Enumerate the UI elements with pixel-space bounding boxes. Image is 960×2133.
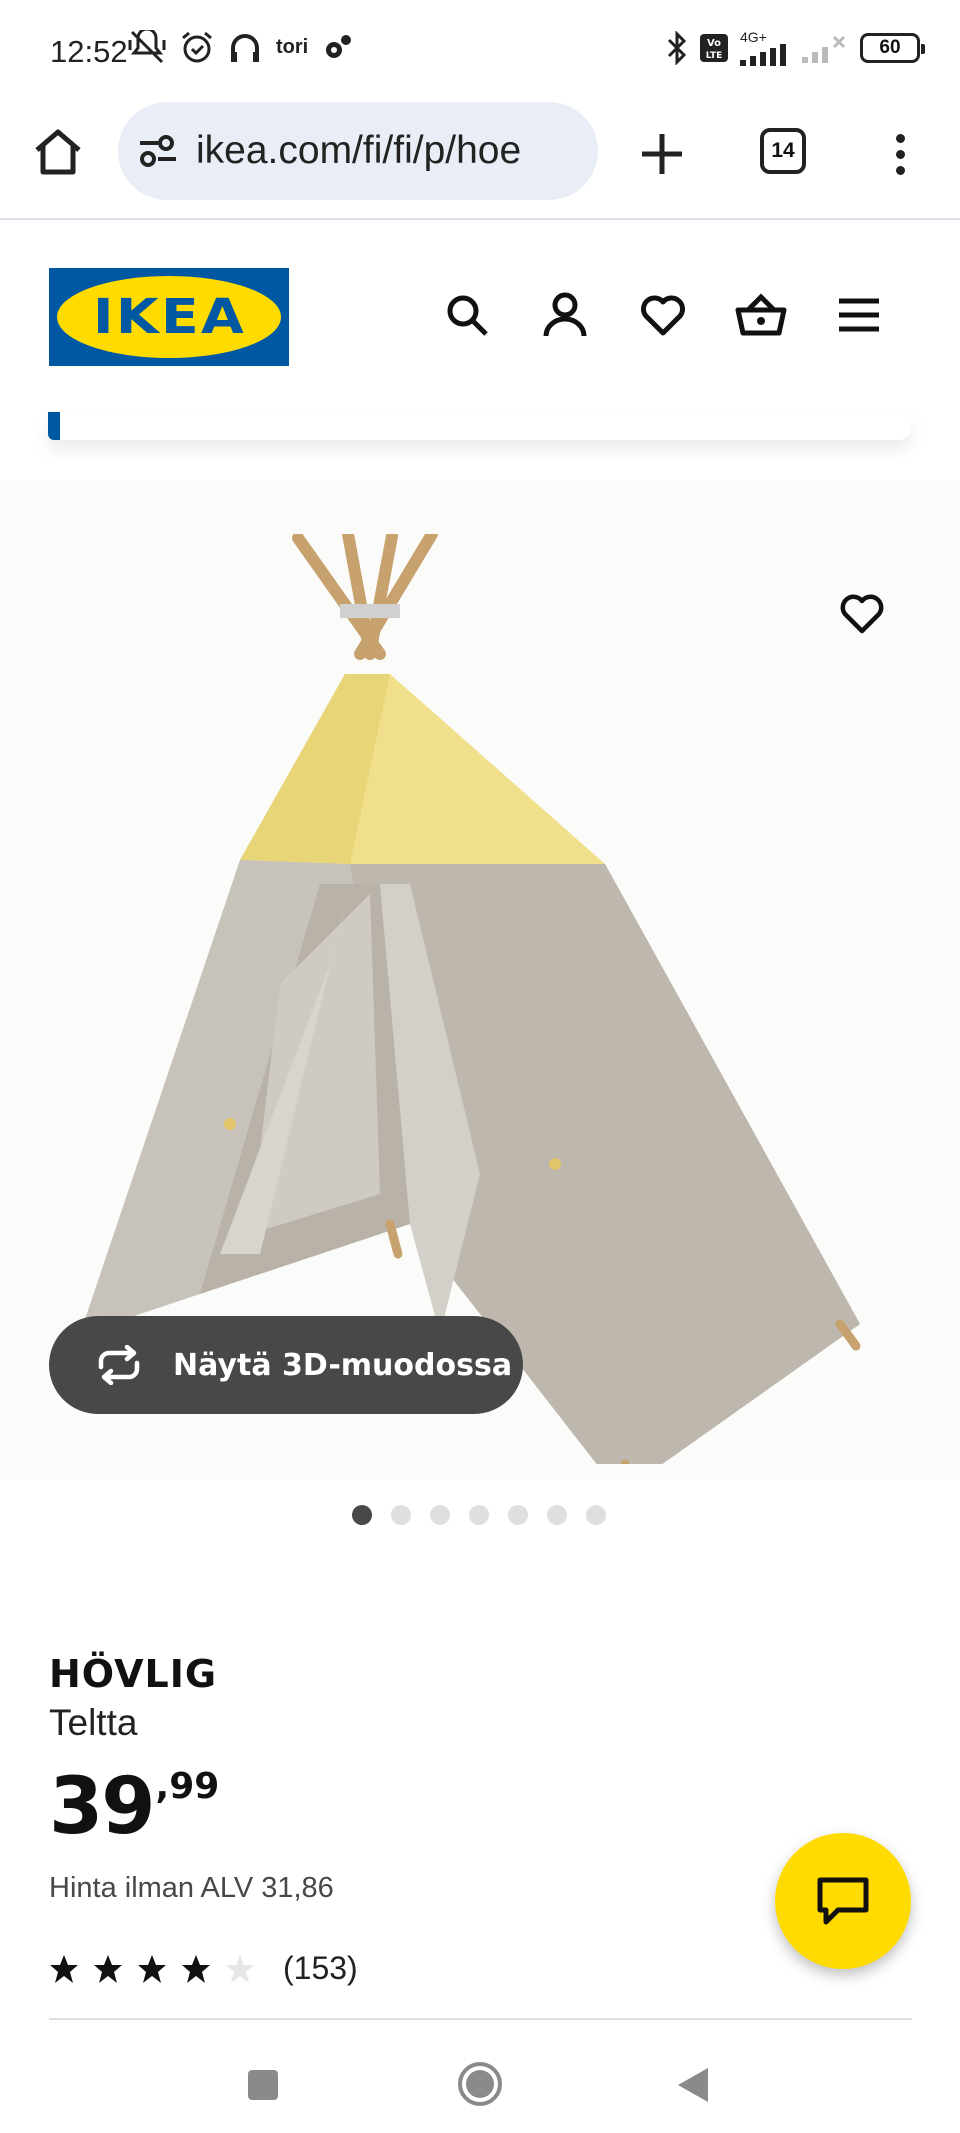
- status-bar: 12:52 tori Vo LTE 4G+ 60: [0, 0, 960, 100]
- review-count[interactable]: (153): [283, 1950, 358, 1987]
- carousel-dot[interactable]: [547, 1505, 567, 1525]
- site-settings-icon[interactable]: [138, 134, 178, 168]
- volte-icon: Vo LTE: [700, 34, 728, 62]
- bluetooth-icon: [667, 31, 687, 65]
- hamburger-menu-icon: [839, 298, 879, 332]
- menu-dot: [895, 149, 905, 159]
- recent-apps-button[interactable]: [248, 2070, 278, 2100]
- ikea-logo-oval: IKEA: [57, 276, 281, 358]
- view-in-3d-label: Näytä 3D-muodossa: [173, 1347, 513, 1383]
- add-to-favourites-button[interactable]: [832, 584, 892, 644]
- signal-2-no-service-icon: [802, 35, 846, 63]
- url-text[interactable]: ikea.com/fi/fi/p/hoe: [196, 129, 596, 173]
- headphones-icon: [231, 34, 259, 62]
- basket-icon: [735, 293, 787, 336]
- signal-strength-icon: [740, 44, 786, 66]
- status-right-icons: Vo LTE 4G+ 60: [666, 30, 925, 66]
- product-gallery[interactable]: Näytä 3D-muodossa: [0, 480, 960, 1480]
- ikea-logo[interactable]: IKEA: [49, 268, 289, 366]
- site-header: IKEA: [0, 222, 960, 412]
- star-filled-icon: [94, 1954, 122, 1983]
- home-icon: [35, 129, 81, 175]
- view-in-3d-button[interactable]: Näytä 3D-muodossa: [49, 1316, 523, 1414]
- price-decimal: ,99: [155, 1766, 220, 1807]
- home-nav-button[interactable]: [458, 2062, 502, 2106]
- svg-text:Vo: Vo: [707, 38, 721, 49]
- menu-dot: [895, 165, 905, 175]
- product-rating[interactable]: (153): [49, 1950, 358, 1987]
- signal-1: 4G+: [740, 30, 790, 66]
- carousel-dot[interactable]: [430, 1505, 450, 1525]
- price-without-vat: Hinta ilman ALV 31,86: [49, 1872, 334, 1904]
- account-button[interactable]: [538, 288, 592, 342]
- ikea-logo-text: IKEA: [92, 289, 246, 345]
- menu-dot: [895, 133, 905, 143]
- star-empty-icon: [226, 1954, 254, 1983]
- alarm-icon: [182, 31, 212, 63]
- search-button[interactable]: [440, 288, 494, 342]
- basket-button[interactable]: [734, 288, 788, 342]
- status-left-icons: tori: [128, 30, 354, 64]
- carousel-dot[interactable]: [391, 1505, 411, 1525]
- product-price: 39 ,99: [49, 1762, 219, 1852]
- star-filled-icon: [50, 1954, 78, 1983]
- star-filled-icon: [138, 1954, 166, 1983]
- tori-app-icon: tori: [276, 35, 309, 58]
- home-nav-inner: [466, 2070, 494, 2098]
- chat-button[interactable]: [775, 1833, 911, 1969]
- settings-cog-icon: [326, 35, 352, 58]
- product-type: Teltta: [49, 1702, 138, 1743]
- heart-icon: [641, 295, 685, 336]
- browser-menu-button[interactable]: [880, 122, 920, 186]
- svg-text:LTE: LTE: [706, 51, 723, 61]
- favourites-button[interactable]: [636, 288, 690, 342]
- heart-outline-icon: [840, 594, 884, 634]
- star-filled-icon: [182, 1954, 210, 1983]
- carousel-dot[interactable]: [352, 1505, 372, 1525]
- chat-bubble-icon: [817, 1877, 869, 1925]
- browser-home-button[interactable]: [28, 122, 88, 182]
- status-time: 12:52: [50, 34, 128, 69]
- rotate-3d-icon: [98, 1345, 140, 1385]
- rating-stars: [49, 1954, 255, 1984]
- network-type-label: 4G+: [740, 29, 767, 45]
- mute-vibrate-icon: [128, 30, 166, 64]
- image-carousel-dots: [352, 1505, 606, 1525]
- android-nav-bar: [0, 2020, 960, 2133]
- back-nav-button[interactable]: [678, 2068, 708, 2102]
- plus-icon: [642, 134, 682, 174]
- address-bar[interactable]: ikea.com/fi/fi/p/hoe: [118, 102, 598, 200]
- carousel-dot[interactable]: [469, 1505, 489, 1525]
- menu-button[interactable]: [832, 288, 886, 342]
- price-integer: 39: [49, 1762, 156, 1852]
- tab-switcher-button[interactable]: 14: [760, 128, 806, 174]
- browser-toolbar: ikea.com/fi/fi/p/hoe 14: [0, 100, 960, 220]
- header-actions: [440, 288, 886, 342]
- notice-banner-edge: [48, 412, 911, 440]
- new-tab-button[interactable]: [630, 122, 694, 186]
- carousel-dot[interactable]: [586, 1505, 606, 1525]
- search-icon: [447, 295, 488, 336]
- carousel-dot[interactable]: [508, 1505, 528, 1525]
- account-icon: [543, 292, 587, 337]
- battery-indicator: 60: [860, 33, 925, 63]
- product-name[interactable]: HÖVLIG: [49, 1652, 217, 1696]
